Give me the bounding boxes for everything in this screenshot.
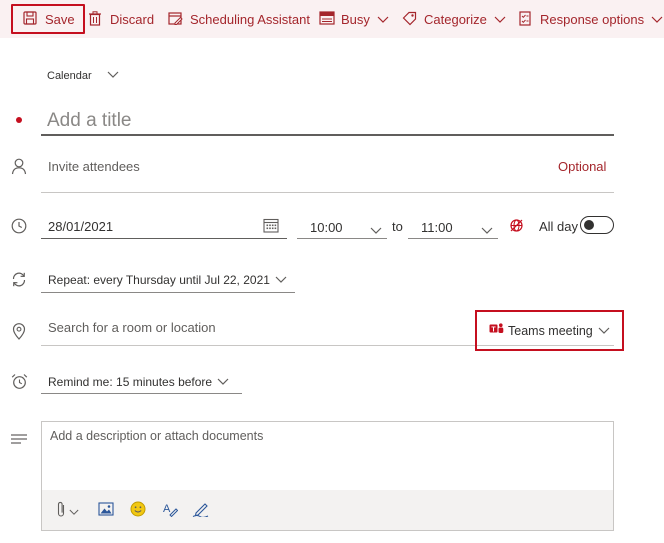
svg-text:T: T	[491, 326, 496, 333]
chevron-down-icon	[377, 12, 389, 27]
discard-label: Discard	[110, 11, 155, 27]
toggle-knob	[584, 220, 594, 230]
save-button[interactable]: Save	[23, 0, 75, 38]
clock-icon	[11, 218, 27, 239]
remind-label: Remind me:	[48, 375, 113, 389]
reminder-dropdown[interactable]: Remind me: 15 minutes before	[48, 375, 229, 389]
emoji-icon[interactable]	[130, 501, 146, 522]
date-picker-icon[interactable]	[263, 218, 279, 238]
reminder-underline	[41, 393, 242, 394]
all-day-label: All day	[539, 219, 579, 234]
insert-image-icon[interactable]	[98, 502, 114, 521]
chevron-down-icon	[275, 273, 287, 287]
time-zone-icon[interactable]	[509, 218, 524, 238]
description-input[interactable]: Add a description or attach documents	[50, 429, 263, 443]
teams-meeting-label: Teams meeting	[508, 323, 593, 338]
start-time-underline	[297, 238, 387, 239]
repeat-dropdown[interactable]: Repeat: every Thursday until Jul 22, 202…	[48, 273, 287, 287]
calendar-edit-icon	[168, 11, 184, 27]
location-underline	[41, 345, 614, 346]
attendees-underline	[41, 192, 614, 193]
end-time-underline	[408, 238, 498, 239]
save-label: Save	[45, 11, 75, 27]
calendar-label: Calendar	[47, 70, 92, 82]
location-pin-icon	[12, 323, 26, 345]
end-time-input[interactable]: 11:00	[421, 220, 453, 235]
chevron-down-icon	[651, 12, 663, 27]
optional-attendees-link[interactable]: Optional	[558, 159, 606, 174]
busy-status-icon	[319, 11, 335, 27]
command-bar: Save Discard Scheduling Assistant Busy C…	[0, 0, 664, 38]
location-input[interactable]: Search for a room or location	[48, 320, 216, 335]
remind-value: 15 minutes before	[116, 375, 213, 389]
text-lines-icon	[11, 431, 27, 449]
start-time-input[interactable]: 10:00	[310, 220, 343, 235]
repeat-value: every Thursday until Jul 22, 2021	[93, 273, 270, 287]
repeat-underline	[41, 292, 295, 293]
required-indicator	[16, 117, 22, 123]
person-icon	[11, 158, 27, 180]
chevron-down-icon	[107, 70, 119, 82]
busy-label: Busy	[341, 11, 370, 27]
categorize-label: Categorize	[424, 11, 487, 27]
formatting-toolbar: A	[42, 490, 613, 530]
teams-meeting-toggle[interactable]: T Teams meeting	[489, 322, 610, 339]
calendar-selector[interactable]: Calendar	[47, 70, 119, 82]
response-options-dropdown[interactable]: Response options	[518, 0, 663, 38]
chevron-down-icon	[494, 12, 506, 27]
title-underline	[41, 134, 614, 136]
response-options-label: Response options	[540, 11, 645, 27]
scheduling-assistant-label: Scheduling Assistant	[190, 11, 310, 27]
chevron-down-icon	[69, 503, 79, 521]
tag-icon	[402, 11, 418, 27]
response-options-icon	[518, 11, 534, 27]
text-format-icon[interactable]: A	[162, 501, 179, 522]
to-label: to	[392, 219, 403, 234]
description-editor[interactable]: Add a description or attach documents A	[41, 421, 614, 531]
svg-text:A: A	[163, 503, 171, 515]
repeat-icon	[11, 272, 27, 292]
chevron-down-icon	[217, 375, 229, 389]
discard-button[interactable]: Discard	[88, 0, 154, 38]
alarm-clock-icon	[11, 373, 28, 395]
attach-button[interactable]	[56, 501, 79, 523]
busy-dropdown[interactable]: Busy	[319, 0, 389, 38]
signature-pen-icon[interactable]	[192, 501, 210, 522]
scheduling-assistant-button[interactable]: Scheduling Assistant	[168, 0, 310, 38]
invite-attendees-input[interactable]: Invite attendees	[48, 159, 140, 174]
teams-icon: T	[489, 322, 504, 339]
trash-icon	[88, 11, 104, 27]
chevron-down-icon	[598, 324, 610, 338]
all-day-toggle[interactable]	[580, 216, 614, 234]
title-input[interactable]: Add a title	[47, 110, 132, 132]
repeat-label: Repeat:	[48, 273, 91, 287]
categorize-dropdown[interactable]: Categorize	[402, 0, 506, 38]
start-date-input[interactable]: 28/01/2021	[48, 219, 113, 234]
save-icon	[23, 11, 39, 27]
paperclip-icon	[56, 501, 66, 523]
start-date-underline	[41, 238, 287, 239]
